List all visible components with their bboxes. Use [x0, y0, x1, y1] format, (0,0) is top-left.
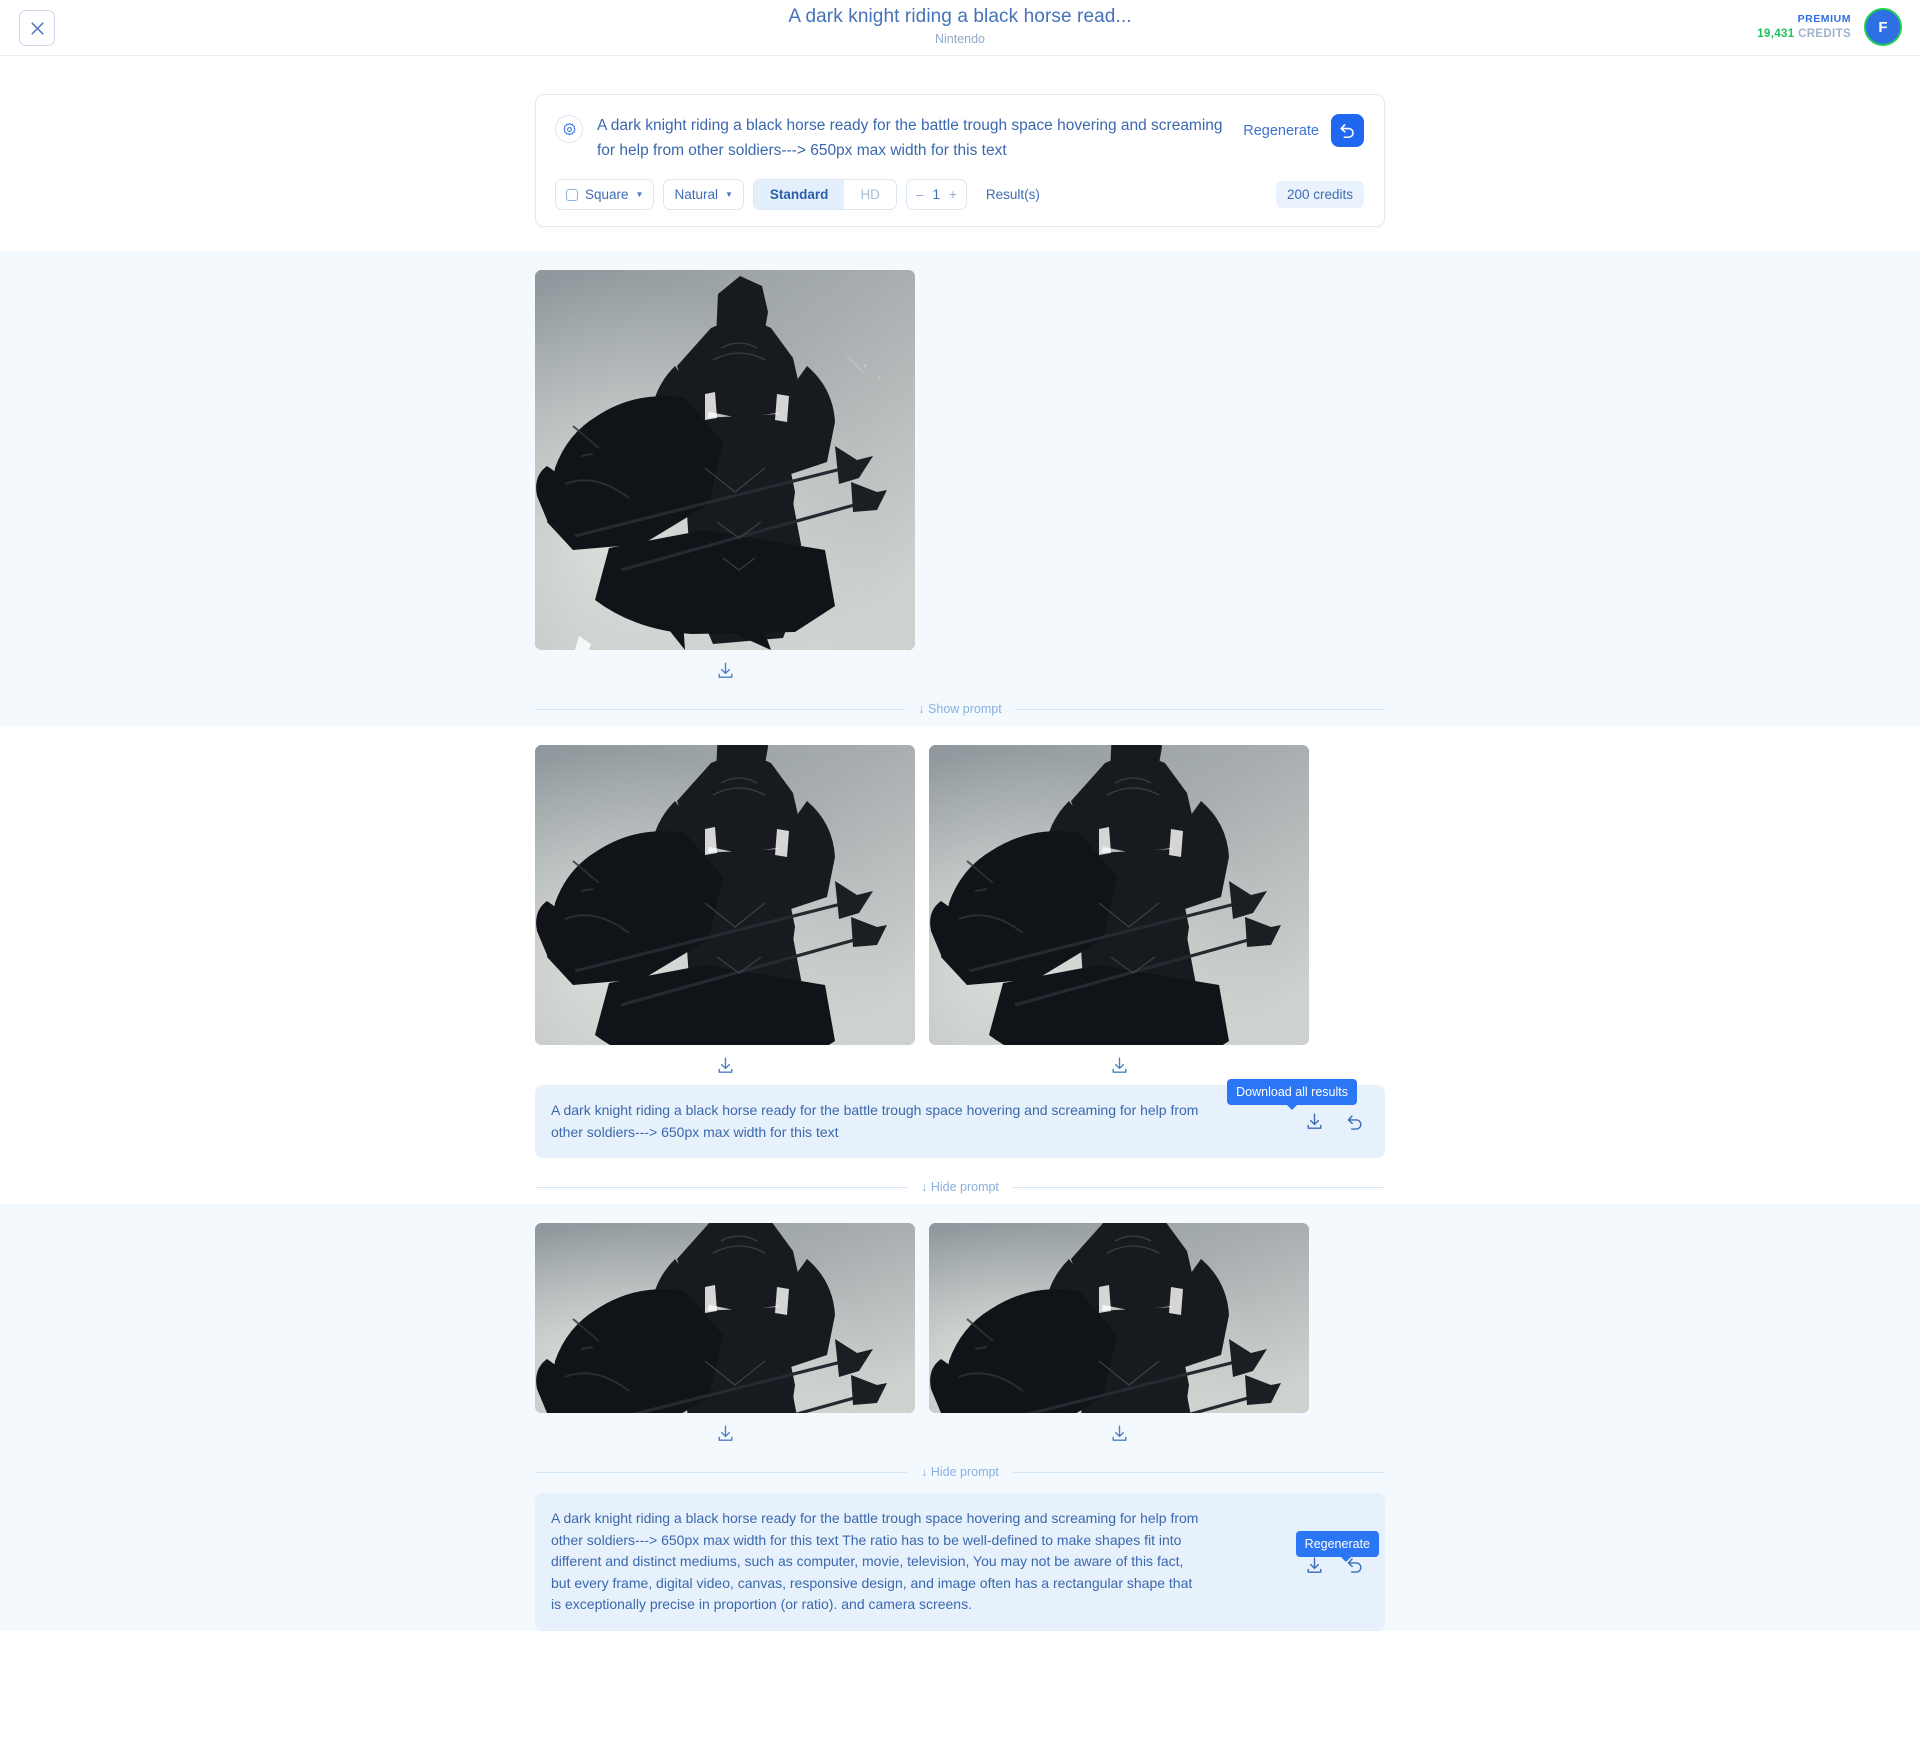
- result-image-cell: [535, 745, 915, 1075]
- regenerate-button[interactable]: [1345, 1112, 1365, 1132]
- stepper-value: 1: [932, 187, 940, 202]
- result-2-prompt-bar: A dark knight riding a black horse ready…: [535, 1078, 1385, 1158]
- result-image-cell: [535, 270, 915, 680]
- prompt-text[interactable]: A dark knight riding a black horse ready…: [597, 113, 1229, 163]
- result-1-prompt-toggle-row: ↓ Show prompt: [535, 692, 1385, 726]
- result-3-prompt-actions: Regenerate: [1295, 1531, 1379, 1575]
- header-account-area: PREMIUM 19,431 CREDITS F: [1757, 8, 1902, 46]
- download-icon[interactable]: [716, 1056, 735, 1075]
- result-section-2: A dark knight riding a black horse ready…: [0, 726, 1920, 1204]
- settings-button[interactable]: [555, 115, 583, 143]
- results-label: Result(s): [985, 187, 1040, 202]
- download-icon[interactable]: [1110, 1424, 1129, 1443]
- divider-line: [535, 1186, 908, 1188]
- divider-line: [535, 1471, 908, 1473]
- credits-line: 19,431 CREDITS: [1757, 27, 1851, 42]
- style-selector-label: Natural: [674, 187, 718, 202]
- generated-image[interactable]: [535, 1223, 915, 1413]
- avatar[interactable]: F: [1864, 8, 1902, 46]
- result-2-prompt-actions: Download all results: [1227, 1078, 1365, 1132]
- page-title: A dark knight riding a black horse read.…: [788, 6, 1132, 27]
- prompt-card-top: A dark knight riding a black horse ready…: [555, 113, 1364, 163]
- regenerate-link[interactable]: Regenerate: [1243, 123, 1319, 139]
- hide-prompt-toggle[interactable]: ↓ Hide prompt: [907, 1465, 1013, 1479]
- chevron-down-icon: ▼: [635, 190, 644, 199]
- stepper-decrement-button[interactable]: –: [916, 187, 924, 202]
- result-2-prompt-toggle-row: ↓ Hide prompt: [535, 1170, 1385, 1204]
- undo-arrow-icon: [1340, 124, 1354, 139]
- generated-image[interactable]: [929, 745, 1309, 1045]
- result-image-cell: [535, 1223, 915, 1443]
- download-icon[interactable]: [716, 661, 735, 680]
- result-prompt-text: A dark knight riding a black horse ready…: [551, 1102, 1199, 1140]
- download-icon[interactable]: [1110, 1056, 1129, 1075]
- divider-line: [535, 708, 905, 710]
- prompt-card-area: A dark knight riding a black horse ready…: [0, 56, 1920, 251]
- quality-standard-tab[interactable]: Standard: [753, 180, 845, 209]
- result-section-1: ↓ Show prompt: [0, 251, 1920, 726]
- quality-hd-tab[interactable]: HD: [844, 180, 895, 209]
- close-button[interactable]: [19, 10, 55, 46]
- close-icon: [30, 21, 44, 35]
- stepper-increment-button[interactable]: +: [949, 187, 957, 202]
- divider-line: [1012, 1471, 1385, 1473]
- download-all-button[interactable]: [1305, 1556, 1324, 1575]
- result-3-images: [535, 1204, 1385, 1443]
- regenerate-button[interactable]: [1331, 114, 1364, 147]
- download-all-button[interactable]: [1305, 1112, 1324, 1131]
- header-title-block: A dark knight riding a black horse read.…: [0, 5, 1920, 47]
- divider-line: [1015, 708, 1385, 710]
- result-2-images: [535, 726, 1385, 1075]
- app-header: A dark knight riding a black horse read.…: [0, 0, 1920, 56]
- generated-image[interactable]: [535, 270, 915, 650]
- result-3-prompt-bar: A dark knight riding a black horse ready…: [535, 1493, 1385, 1631]
- hide-prompt-toggle[interactable]: ↓ Hide prompt: [907, 1180, 1013, 1194]
- premium-badge: PREMIUM: [1797, 13, 1851, 25]
- download-all-tooltip: Download all results: [1227, 1078, 1357, 1110]
- result-3-prompt-toggle-row: ↓ Hide prompt: [535, 1455, 1385, 1489]
- credits-block: PREMIUM 19,431 CREDITS: [1757, 12, 1851, 42]
- credits-label: CREDITS: [1798, 28, 1851, 40]
- shape-selector-label: Square: [585, 187, 629, 202]
- show-prompt-toggle[interactable]: ↓ Show prompt: [904, 702, 1015, 716]
- generated-image[interactable]: [929, 1223, 1309, 1413]
- result-prompt-text: A dark knight riding a black horse ready…: [551, 1510, 1199, 1612]
- result-image-cell: [929, 1223, 1309, 1443]
- chevron-down-icon: ▼: [725, 190, 733, 199]
- prompt-card-actions: Regenerate: [1243, 114, 1364, 147]
- quality-toggle-group: Standard HD: [752, 179, 897, 210]
- style-selector[interactable]: Natural ▼: [663, 179, 744, 210]
- generated-image[interactable]: [535, 745, 915, 1045]
- regenerate-tooltip: Regenerate: [1295, 1531, 1379, 1562]
- page-subtitle: Nintendo: [934, 32, 986, 46]
- shape-selector[interactable]: Square ▼: [555, 179, 655, 210]
- result-section-3: ↓ Hide prompt A dark knight riding a bla…: [0, 1204, 1920, 1631]
- settings-gear-icon: [562, 122, 576, 135]
- credits-amount: 19,431: [1757, 28, 1795, 40]
- download-icon[interactable]: [716, 1424, 735, 1443]
- credits-cost-badge: 200 credits: [1275, 181, 1364, 208]
- prompt-card: A dark knight riding a black horse ready…: [535, 94, 1385, 227]
- prompt-toolbar: Square ▼ Natural ▼ Standard HD – 1 + Res…: [555, 179, 1364, 210]
- result-image-cell: [929, 745, 1309, 1075]
- results-stepper: – 1 +: [905, 179, 967, 210]
- divider-line: [1012, 1186, 1385, 1188]
- square-icon: [566, 188, 578, 201]
- result-1-images: [535, 251, 1385, 680]
